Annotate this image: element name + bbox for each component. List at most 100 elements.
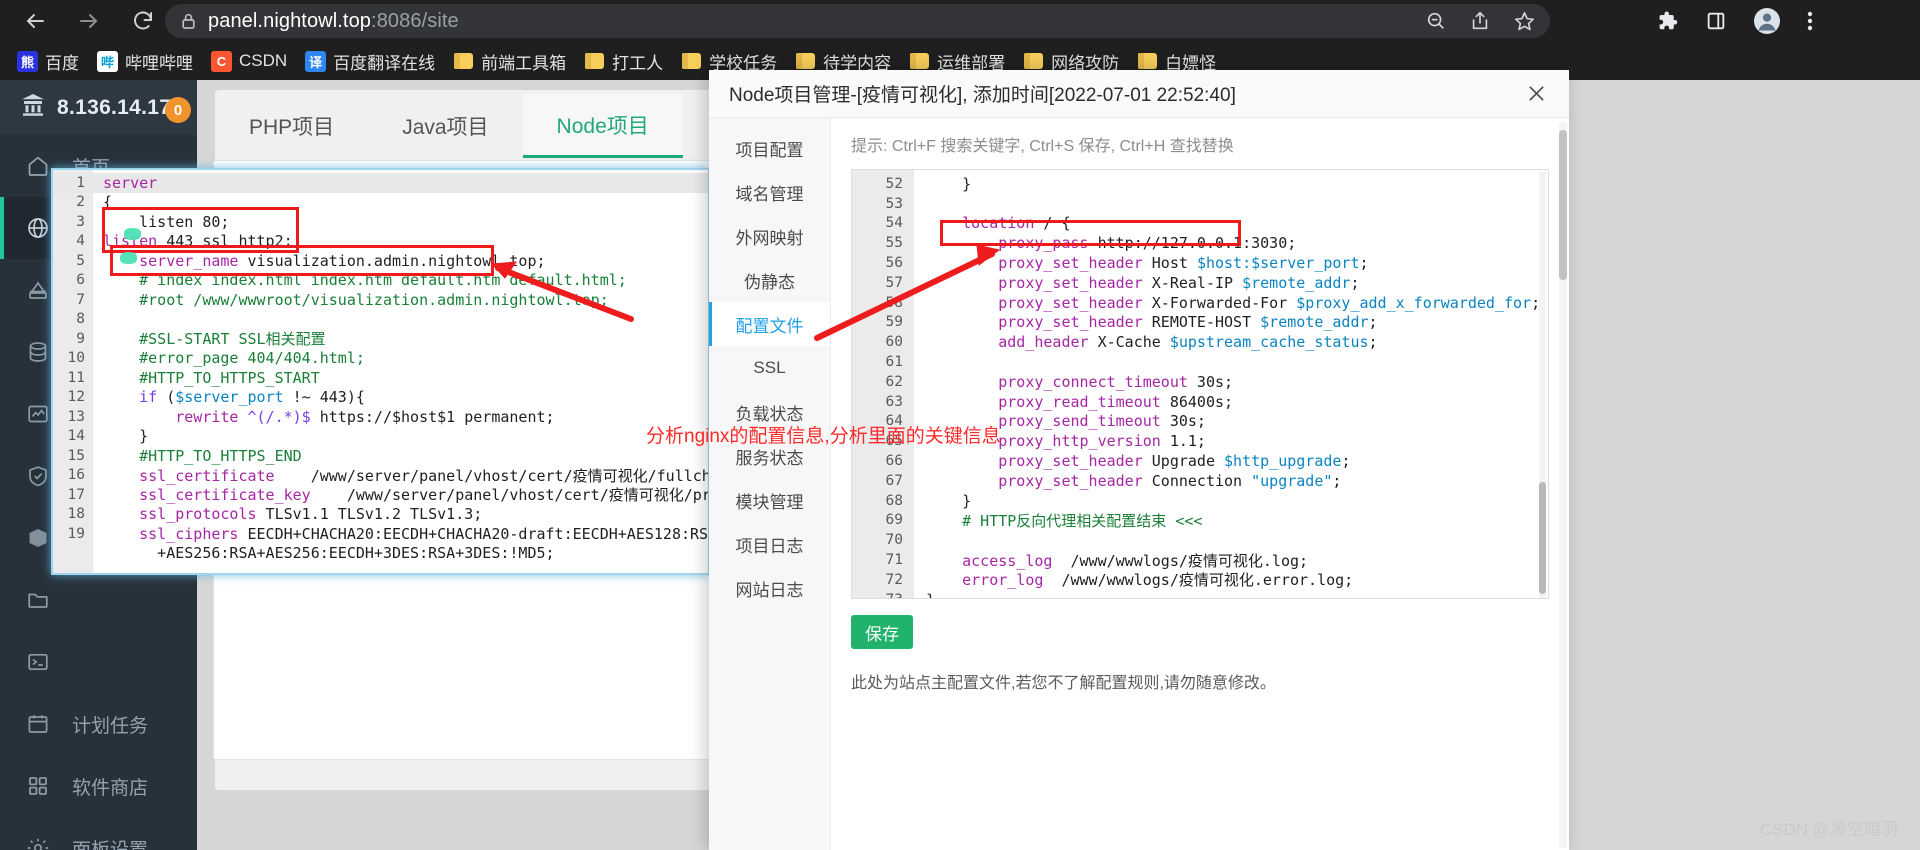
save-button[interactable]: 保存: [851, 615, 913, 649]
code-line: 1 server: [53, 173, 708, 193]
dialog-tab-项目配置[interactable]: 项目配置: [709, 126, 830, 170]
bookmark-star-icon[interactable]: [1513, 10, 1536, 33]
zoom-out-icon[interactable]: [1425, 10, 1447, 32]
dialog-tab-伪静态[interactable]: 伪静态: [709, 258, 830, 302]
baidu-icon: 熊: [17, 50, 38, 72]
code-line: 67 proxy_set_header Connection "upgrade"…: [885, 471, 1342, 490]
dialog-tab-label: 域名管理: [735, 184, 804, 204]
code-lines: 1 server 2{3 listen 80; 4 listen 443 ssl htt…: [53, 170, 708, 563]
dialog-body: 项目配置域名管理外网映射伪静态配置文件 SSL 负载状态服务状态模块管理项目日志网站…: [709, 118, 1569, 850]
dialog-tab-label: 服务状态: [735, 448, 804, 468]
folder-icon: [26, 588, 56, 612]
bookmark-label: CSDN: [239, 51, 288, 70]
sidebar-item-terminal[interactable]: [0, 631, 197, 693]
back-arrow-icon[interactable]: [14, 0, 56, 42]
code-line: 10 #error_page 404/404.html;: [67, 349, 365, 368]
code-line: 9 #SSL-START SSL相关配置: [76, 330, 326, 349]
code-line: 56 proxy_set_header Host $host:$server_p…: [885, 254, 1369, 273]
sidebar-item-files[interactable]: [0, 569, 197, 631]
profile-avatar-icon[interactable]: [1753, 7, 1781, 35]
browser-nav-bar: panel.nightowl.top:8086/site: [0, 0, 1920, 42]
code-line: 58 proxy_set_header X-Forwarded-For $pro…: [885, 293, 1541, 312]
dialog-tab-配置文件[interactable]: 配置文件: [709, 302, 830, 346]
browser-toolbar-right: [1655, 0, 1813, 42]
dialog-tab-项目日志[interactable]: 项目日志: [709, 522, 830, 566]
address-bar[interactable]: panel.nightowl.top:8086/site: [165, 4, 1550, 38]
tab-php-project[interactable]: PHP项目: [215, 94, 368, 158]
forward-arrow-icon[interactable]: [68, 0, 110, 42]
code-line: 7 #root /www/wwwroot/visualization.admin…: [76, 290, 609, 309]
dialog-scrollbar-thumb[interactable]: [1559, 130, 1567, 280]
sidebar-item-settings[interactable]: 面板设置: [0, 817, 197, 850]
bookmark-item[interactable]: 前端工具箱: [444, 46, 575, 76]
editor-scrollbar-thumb[interactable]: [1539, 482, 1546, 594]
dialog-tab-模块管理[interactable]: 模块管理: [709, 478, 830, 522]
node-project-manage-dialog: Node项目管理-[疫情可视化], 添加时间[2022-07-01 22:52:…: [709, 70, 1569, 850]
code-line: 60 add_header X-Cache $upstream_cache_st…: [885, 333, 1378, 352]
reload-icon[interactable]: [122, 0, 164, 42]
dialog-tab-网站日志[interactable]: 网站日志: [709, 566, 830, 610]
url-text: panel.nightowl.top:8086/site: [208, 9, 459, 32]
code-line: 70: [885, 532, 903, 549]
bookmark-item[interactable]: 熊 百度: [8, 46, 88, 76]
dialog-tab-负载状态[interactable]: 负载状态: [709, 390, 830, 434]
dialog-tab-label: 网站日志: [735, 580, 804, 600]
side-panel-icon[interactable]: [1705, 10, 1727, 32]
baidu-fanyi-icon: 译: [305, 50, 327, 72]
bookmark-label: 百度翻译在线: [333, 53, 436, 73]
code-line: 19 ssl_ciphers EECDH+CHACHA20:EECDH+CHAC…: [67, 524, 709, 543]
dialog-tab-label: 伪静态: [744, 272, 795, 292]
code-line: 55 proxy_pass http://127.0.0.1:3030;: [885, 234, 1297, 253]
editor-hint: 提示: Ctrl+F 搜索关键字, Ctrl+S 保存, Ctrl+H 查找替换: [851, 138, 1234, 155]
code-line: 8: [76, 311, 85, 328]
code-line: 53: [885, 195, 903, 212]
bookmark-item[interactable]: C CSDN: [202, 46, 296, 76]
code-line: 68 }: [885, 491, 972, 510]
folder-icon: [909, 51, 930, 72]
close-icon[interactable]: [1521, 79, 1551, 109]
dialog-tab-服务状态[interactable]: 服务状态: [709, 434, 830, 478]
code-line: 72 error_log /www/wwwlogs/疫情可视化.error.lo…: [885, 571, 1354, 590]
notification-badge[interactable]: 0: [165, 97, 191, 123]
code-line: 12 if ($server_port !~ 443){: [67, 388, 365, 407]
sidebar-item-cron[interactable]: 计划任务: [0, 693, 197, 755]
code-line: 71 access_log /www/wwwlogs/疫情可视化.log;: [885, 551, 1309, 570]
dialog-title: Node项目管理-[疫情可视化], 添加时间[2022-07-01 22:52:…: [729, 85, 1236, 106]
dialog-tab-域名管理[interactable]: 域名管理: [709, 170, 830, 214]
sidebar-item-appstore[interactable]: 软件商店: [0, 755, 197, 817]
browser-menu-icon[interactable]: [1807, 9, 1813, 33]
tab-node-project[interactable]: Node项目: [522, 94, 683, 158]
bookmark-label: 哔哩哔哩: [125, 53, 193, 73]
folder-icon: [453, 51, 474, 72]
code-line: 14 }: [67, 427, 149, 446]
extensions-icon[interactable]: [1655, 9, 1679, 33]
code-line: 15 #HTTP_TO_HTTPS_END: [67, 446, 302, 465]
code-line: 73}: [852, 590, 1548, 598]
tab-java-project[interactable]: Java项目: [368, 94, 522, 158]
code-line: 5 server_name visualization.admin.nighto…: [76, 251, 546, 270]
bookmark-item[interactable]: 打工人: [575, 46, 672, 76]
bilibili-icon: 哔: [97, 50, 118, 72]
bookmark-label: 百度: [45, 53, 79, 73]
code-line: 54 location / {: [885, 214, 1071, 233]
code-line: +AES256:RSA+AES256:EECDH+3DES:RSA+3DES:!…: [103, 544, 555, 563]
code-line: 57 proxy_set_header X-Real-IP $remote_ad…: [885, 273, 1360, 292]
config-file-editor[interactable]: 52 } 53 54 location / {55 proxy_pass http:…: [851, 169, 1549, 599]
folder-icon: [584, 51, 605, 72]
dialog-footnote: 此处为站点主配置文件,若您不了解配置规则,请勿随意修改。: [851, 675, 1276, 692]
code-line: 64 proxy_send_timeout 30s;: [885, 412, 1206, 431]
bt-logo-icon: [20, 93, 46, 122]
bookmark-item[interactable]: 译 百度翻译在线: [296, 46, 444, 76]
dialog-tab-label: 负载状态: [735, 404, 804, 424]
bookmark-label: 打工人: [612, 53, 664, 73]
gear-icon: [26, 836, 56, 850]
bookmark-item[interactable]: 哔 哔哩哔哩: [88, 46, 202, 76]
dialog-tab-外网映射[interactable]: 外网映射: [709, 214, 830, 258]
code-line: 17 ssl_certificate_key /www/server/panel…: [67, 486, 710, 505]
dialog-tab-SSL[interactable]: SSL: [709, 346, 830, 390]
code-line: 69 # HTTP反向代理相关配置结束 <<<: [885, 511, 1203, 530]
code-line: 2{: [76, 193, 113, 212]
share-icon[interactable]: [1469, 10, 1491, 32]
dialog-tab-label: 模块管理: [735, 492, 804, 512]
nginx-config-preview-overlay[interactable]: 1 server 2{3 listen 80; 4 listen 443 ssl htt…: [51, 168, 710, 575]
